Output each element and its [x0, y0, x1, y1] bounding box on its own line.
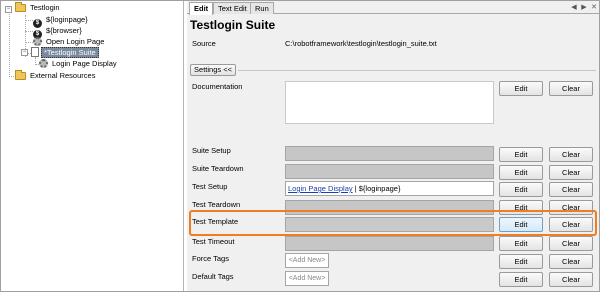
force-tags-add-new[interactable]: <Add New>: [285, 253, 329, 268]
documentation-field[interactable]: [285, 81, 494, 124]
suite-teardown-clear-button[interactable]: Clear: [549, 165, 593, 180]
suite-setup-field[interactable]: [285, 146, 494, 161]
test-template-label: Test Template: [192, 217, 239, 226]
test-teardown-label: Test Teardown: [192, 200, 241, 209]
test-setup-value: Login Page Display | ${loginpage}: [286, 182, 493, 195]
force-tags-label: Force Tags: [192, 254, 229, 263]
editor-pane: Edit Text Edit Run ◀ ▶ ✕ Testlogin Suite…: [187, 1, 599, 291]
test-setup-keyword-link[interactable]: Login Page Display: [288, 184, 353, 193]
test-timeout-clear-button[interactable]: Clear: [549, 236, 593, 251]
settings-toggle-button[interactable]: Settings <<: [190, 64, 236, 76]
test-setup-clear-button[interactable]: Clear: [549, 182, 593, 197]
test-setup-field[interactable]: Login Page Display | ${loginpage}: [285, 181, 494, 196]
test-template-edit-button[interactable]: Edit: [499, 217, 543, 232]
tab-bar: Edit Text Edit Run ◀ ▶ ✕: [187, 1, 599, 15]
documentation-clear-button[interactable]: Clear: [549, 81, 593, 96]
tree-item-keyword[interactable]: Open Login Page: [33, 36, 106, 47]
divider: [238, 70, 596, 71]
tree-item-root[interactable]: Testlogin: [15, 2, 62, 13]
tab-next-icon[interactable]: ▶: [580, 3, 588, 11]
tree-item-variable[interactable]: $ ${browser}: [33, 25, 84, 39]
test-timeout-field[interactable]: [285, 236, 494, 251]
tab-prev-icon[interactable]: ◀: [570, 3, 578, 11]
suite-icon: [31, 47, 39, 57]
test-timeout-label: Test Timeout: [192, 237, 235, 246]
collapse-icon[interactable]: −: [21, 49, 28, 56]
tree-item-external-resources[interactable]: External Resources: [15, 70, 97, 81]
test-template-clear-button[interactable]: Clear: [549, 217, 593, 232]
tab-text-edit[interactable]: Text Edit: [213, 2, 252, 14]
default-tags-add-new[interactable]: <Add New>: [285, 271, 329, 286]
tab-edit[interactable]: Edit: [189, 2, 214, 15]
force-tags-clear-button[interactable]: Clear: [549, 254, 593, 269]
suite-setup-clear-button[interactable]: Clear: [549, 147, 593, 162]
test-template-field[interactable]: [285, 217, 494, 232]
tree-item-variable[interactable]: $ ${loginpage}: [33, 14, 90, 28]
close-icon[interactable]: ✕: [590, 3, 598, 11]
folder-icon: [15, 2, 26, 12]
test-teardown-edit-button[interactable]: Edit: [499, 200, 543, 215]
test-setup-args: | ${loginpage}: [352, 184, 401, 193]
force-tags-edit-button[interactable]: Edit: [499, 254, 543, 269]
source-path: C:\robotframework\testlogin\testlogin_su…: [285, 39, 437, 48]
gear-icon: [39, 59, 48, 68]
project-tree: − − Testlogin $ ${loginpage} $ ${browser} …: [1, 1, 184, 291]
test-setup-label: Test Setup: [192, 182, 228, 191]
default-tags-label: Default Tags: [192, 272, 234, 281]
collapse-icon[interactable]: −: [5, 6, 12, 13]
tab-run[interactable]: Run: [250, 2, 274, 14]
suite-setup-edit-button[interactable]: Edit: [499, 147, 543, 162]
test-setup-edit-button[interactable]: Edit: [499, 182, 543, 197]
gear-icon: [33, 37, 42, 46]
source-label: Source: [192, 39, 216, 48]
default-tags-edit-button[interactable]: Edit: [499, 272, 543, 287]
default-tags-clear-button[interactable]: Clear: [549, 272, 593, 287]
test-teardown-field[interactable]: [285, 200, 494, 215]
suite-teardown-label: Suite Teardown: [192, 164, 244, 173]
folder-icon: [15, 70, 26, 80]
documentation-edit-button[interactable]: Edit: [499, 81, 543, 96]
tree-item-testcase[interactable]: Login Page Display: [39, 58, 119, 69]
suite-teardown-field[interactable]: [285, 164, 494, 179]
suite-setup-label: Suite Setup: [192, 146, 231, 155]
test-teardown-clear-button[interactable]: Clear: [549, 200, 593, 215]
suite-teardown-edit-button[interactable]: Edit: [499, 165, 543, 180]
test-timeout-edit-button[interactable]: Edit: [499, 236, 543, 251]
page-title: Testlogin Suite: [190, 18, 276, 32]
tree-item-suite[interactable]: *Testlogin Suite: [31, 47, 99, 58]
documentation-label: Documentation: [192, 82, 243, 91]
